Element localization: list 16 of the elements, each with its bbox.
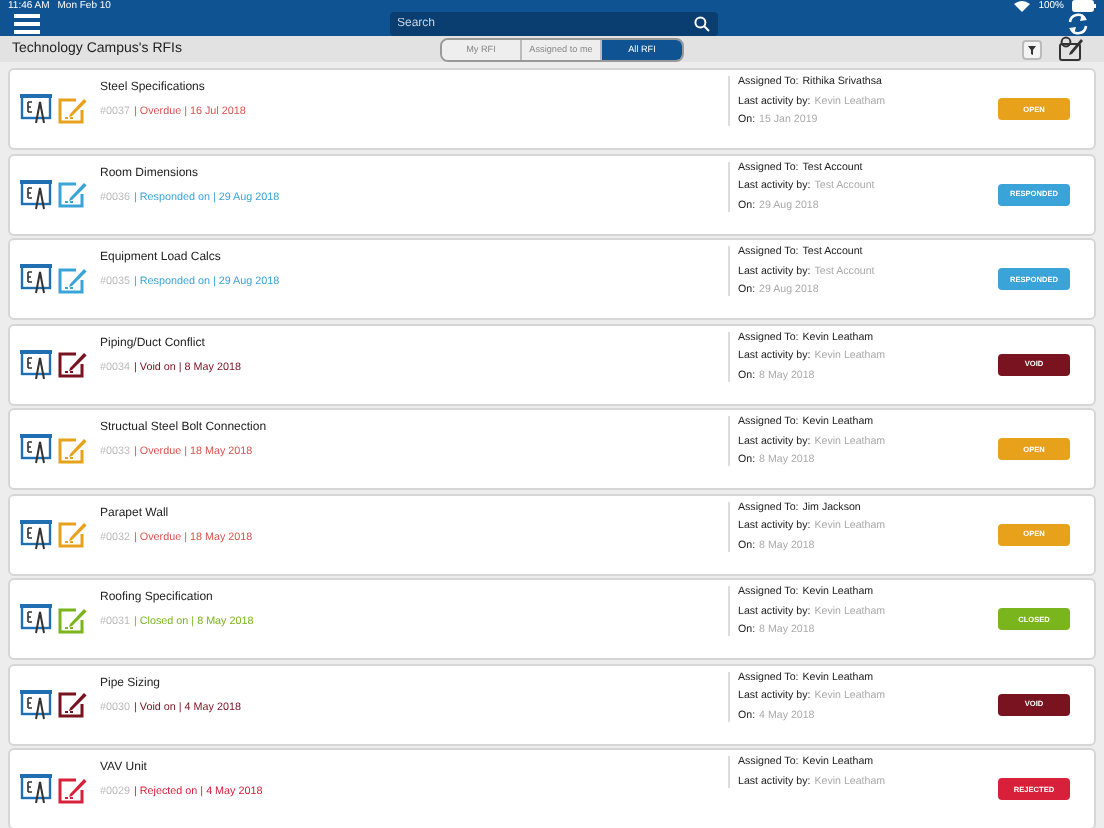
new-rfi-icon[interactable] <box>1058 36 1084 62</box>
search-icon[interactable] <box>693 16 709 32</box>
blueprint-icon <box>20 434 52 464</box>
wifi-icon <box>1014 0 1031 12</box>
menu-icon[interactable] <box>14 14 40 34</box>
blueprint-icon <box>20 94 52 124</box>
blueprint-icon <box>20 774 52 804</box>
blueprint-icon <box>20 604 52 634</box>
filter-icon[interactable] <box>1022 39 1042 59</box>
battery-icon <box>1072 0 1096 12</box>
blueprint-icon <box>20 689 52 719</box>
blueprint-icon <box>20 179 52 209</box>
blueprint-icon <box>20 264 52 294</box>
blueprint-icon <box>20 349 52 379</box>
refresh-icon[interactable] <box>1066 12 1090 36</box>
blueprint-icon <box>20 519 52 549</box>
